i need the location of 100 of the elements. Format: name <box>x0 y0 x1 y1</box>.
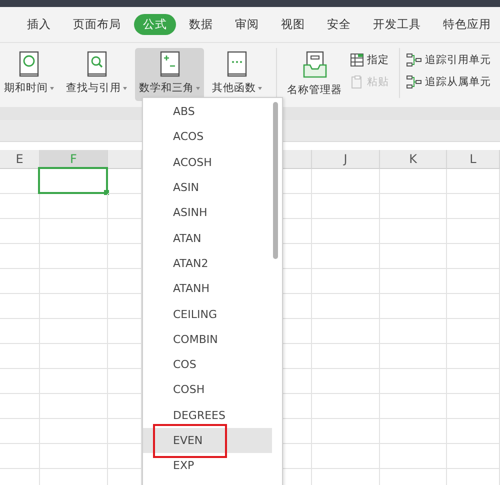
caret-icon <box>196 86 200 90</box>
ribbon-tab[interactable]: 安全 <box>318 14 360 35</box>
clipboard-icon <box>350 75 364 89</box>
sheet-cell[interactable] <box>40 244 108 269</box>
sheet-cell[interactable] <box>40 394 108 419</box>
sheet-cell[interactable] <box>447 219 500 244</box>
sheet-cell[interactable] <box>40 369 108 394</box>
function-category-button[interactable]: 其他函数 <box>208 48 266 101</box>
sheet-cell[interactable] <box>312 269 380 294</box>
sheet-cell[interactable] <box>380 444 447 469</box>
sheet-cell[interactable] <box>312 294 380 319</box>
menu-item[interactable]: COSH <box>143 377 272 403</box>
menu-item[interactable]: ATANH <box>143 276 272 302</box>
sheet-cell[interactable] <box>40 294 108 319</box>
column-header[interactable]: J <box>312 150 380 169</box>
function-category-button[interactable]: 查找与引用 <box>62 48 131 101</box>
menu-item[interactable]: ASINH <box>143 200 272 226</box>
sheet-cell[interactable] <box>0 419 40 444</box>
column-header[interactable] <box>282 150 312 169</box>
menu-item[interactable]: ASIN <box>143 174 272 200</box>
function-category-button[interactable]: 名称管理器 <box>283 48 346 101</box>
ribbon-tab[interactable]: 特色应用 <box>434 14 500 35</box>
menu-item[interactable]: EXP <box>143 453 272 478</box>
menu-item[interactable]: CEILING <box>143 301 272 327</box>
ribbon-tab[interactable]: 数据 <box>180 14 222 35</box>
function-category-button[interactable]: 数学和三角 <box>135 48 204 101</box>
sheet-cell[interactable] <box>0 319 40 344</box>
sheet-cell[interactable] <box>0 369 40 394</box>
ribbon-tab[interactable]: 视图 <box>272 14 314 35</box>
column-header[interactable]: K <box>380 150 447 169</box>
sheet-cell[interactable] <box>0 244 40 269</box>
sheet-cell[interactable] <box>447 194 500 219</box>
sheet-cell[interactable] <box>312 194 380 219</box>
sheet-cell[interactable] <box>380 344 447 369</box>
menu-item[interactable]: ACOSH <box>143 150 272 175</box>
sheet-cell[interactable] <box>380 169 447 194</box>
sheet-cell[interactable] <box>380 269 447 294</box>
sheet-cell[interactable] <box>447 269 500 294</box>
menu-item[interactable]: ATAN2 <box>143 250 272 276</box>
sheet-cell[interactable] <box>380 319 447 344</box>
sheet-cell[interactable] <box>40 419 108 444</box>
menu-item[interactable]: COS <box>143 352 272 378</box>
sheet-cell[interactable] <box>447 169 500 194</box>
sheet-cell[interactable] <box>380 369 447 394</box>
scrollbar-thumb[interactable] <box>273 102 278 259</box>
column-header[interactable] <box>108 150 142 169</box>
sheet-cell[interactable] <box>0 294 40 319</box>
sheet-cell[interactable] <box>40 344 108 369</box>
sheet-cell[interactable] <box>0 219 40 244</box>
menu-item[interactable]: ATAN <box>143 225 272 251</box>
sheet-cell[interactable] <box>312 169 380 194</box>
sheet-cell[interactable] <box>312 319 380 344</box>
sheet-cell[interactable] <box>312 244 380 269</box>
ribbon-tab[interactable]: 开发工具 <box>364 14 430 35</box>
sheet-cell[interactable] <box>380 294 447 319</box>
sheet-cell[interactable] <box>312 219 380 244</box>
sheet-cell[interactable] <box>0 394 40 419</box>
sheet-cell[interactable] <box>0 344 40 369</box>
ribbon-tab[interactable]: 插入 <box>18 14 60 35</box>
sheet-cell[interactable] <box>40 269 108 294</box>
column-header[interactable]: E <box>0 150 40 169</box>
ribbon-small-button[interactable]: 指定 <box>350 53 389 67</box>
sheet-cell[interactable] <box>380 219 447 244</box>
ribbon-tab[interactable]: 审阅 <box>226 14 268 35</box>
menu-item[interactable]: COMBIN <box>143 326 272 352</box>
ribbon-tab[interactable]: 页面布局 <box>64 14 130 35</box>
menu-item[interactable]: EVEN <box>143 428 272 454</box>
sheet-cell[interactable] <box>40 219 108 244</box>
sheet-cell[interactable] <box>447 294 500 319</box>
menu-item[interactable]: DEGREES <box>143 402 272 428</box>
function-category-button[interactable]: 期和时间 <box>0 48 58 101</box>
sheet-cell[interactable] <box>447 419 500 444</box>
column-header[interactable]: L <box>447 150 500 169</box>
sheet-cell[interactable] <box>380 394 447 419</box>
sheet-cell[interactable] <box>447 444 500 469</box>
sheet-cell[interactable] <box>447 369 500 394</box>
menu-item[interactable]: ACOS <box>143 124 272 150</box>
sheet-cell[interactable] <box>380 419 447 444</box>
caret-icon <box>50 86 54 90</box>
sheet-cell[interactable] <box>40 319 108 344</box>
sheet-cell[interactable] <box>40 444 108 469</box>
menu-item[interactable]: ABS <box>143 99 272 124</box>
sheet-cell[interactable] <box>380 244 447 269</box>
ribbon-small-button[interactable]: 追踪从属单元 <box>406 75 491 89</box>
sheet-cell[interactable] <box>40 194 108 219</box>
sheet-cell[interactable] <box>312 344 380 369</box>
sheet-cell[interactable] <box>447 319 500 344</box>
sheet-cell[interactable] <box>0 194 40 219</box>
sheet-cell[interactable] <box>312 444 380 469</box>
sheet-cell[interactable] <box>380 194 447 219</box>
sheet-cell[interactable] <box>447 244 500 269</box>
sheet-cell[interactable] <box>447 394 500 419</box>
ribbon-small-button[interactable]: 追踪引用单元 <box>406 53 491 67</box>
sheet-cell[interactable] <box>312 369 380 394</box>
ellipsis-book-icon <box>225 51 249 77</box>
sheet-cell[interactable] <box>312 419 380 444</box>
sheet-cell[interactable] <box>312 394 380 419</box>
sheet-cell[interactable] <box>447 344 500 369</box>
sheet-cell[interactable] <box>0 444 40 469</box>
sheet-cell[interactable] <box>0 269 40 294</box>
